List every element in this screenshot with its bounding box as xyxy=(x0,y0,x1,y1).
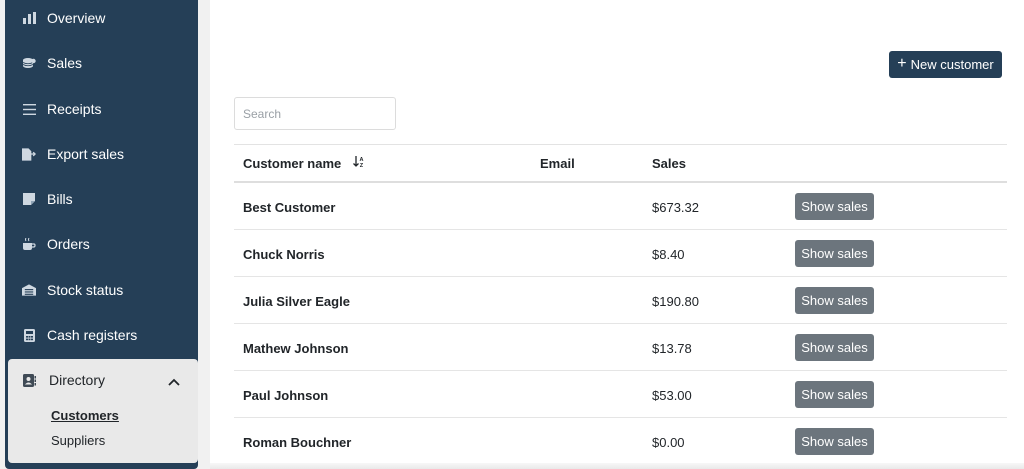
sidebar-item-label: Cash registers xyxy=(47,327,138,343)
sidebar-item-overview[interactable]: Overview xyxy=(5,0,198,40)
show-sales-button[interactable]: Show sales xyxy=(795,428,874,455)
sort-az-icon[interactable]: AZ xyxy=(352,156,365,171)
show-sales-button[interactable]: Show sales xyxy=(795,240,874,267)
sidebar-item-bills[interactable]: Bills xyxy=(5,177,198,221)
customer-name: Roman Bouchner xyxy=(243,435,352,450)
sidebar-item-directory[interactable]: Directory xyxy=(8,359,198,401)
contact-book-icon xyxy=(22,373,36,387)
table-row: Roman Bouchner $0.00 Show sales xyxy=(234,418,1007,465)
mug-icon xyxy=(22,237,36,251)
main-content: + New customer Customer name AZ Email Sa… xyxy=(210,0,1024,469)
customer-sales: $53.00 xyxy=(652,388,692,403)
search-input[interactable] xyxy=(234,97,396,130)
show-sales-button[interactable]: Show sales xyxy=(795,334,874,361)
sidebar-item-label: Receipts xyxy=(47,101,102,117)
coins-icon xyxy=(22,56,36,70)
list-icon xyxy=(22,102,36,116)
sidebar-item-label: Sales xyxy=(47,55,83,71)
sidebar-item-label: Overview xyxy=(47,10,106,26)
sidebar-item-label: Bills xyxy=(47,191,73,207)
sidebar-subitem-customers[interactable]: Customers xyxy=(51,408,119,423)
customer-sales: $13.78 xyxy=(652,341,692,356)
customer-name: Mathew Johnson xyxy=(243,341,349,356)
show-sales-button[interactable]: Show sales xyxy=(795,287,874,314)
svg-text:Z: Z xyxy=(360,163,364,168)
show-sales-button[interactable]: Show sales xyxy=(795,381,874,408)
customer-sales: $190.80 xyxy=(652,294,699,309)
customer-sales: $8.40 xyxy=(652,247,685,262)
sidebar-item-receipts[interactable]: Receipts xyxy=(5,87,198,131)
sidebar-item-orders[interactable]: Orders xyxy=(5,222,198,266)
column-header-customer-name[interactable]: Customer name AZ xyxy=(243,156,365,171)
plus-icon: + xyxy=(897,55,907,72)
sidebar-item-label: Orders xyxy=(47,236,90,252)
customer-name: Paul Johnson xyxy=(243,388,329,403)
page-bottom-edge xyxy=(210,463,1024,469)
table-row: Chuck Norris $8.40 Show sales xyxy=(234,230,1007,277)
table-row: Julia Silver Eagle $190.80 Show sales xyxy=(234,277,1007,324)
customers-table: Customer name AZ Email Sales Best Custom… xyxy=(234,144,1007,465)
chevron-up-icon[interactable] xyxy=(168,373,180,389)
warehouse-icon xyxy=(22,283,36,297)
sidebar-item-cash-registers[interactable]: Cash registers xyxy=(5,313,198,357)
customer-name: Julia Silver Eagle xyxy=(243,294,350,309)
sidebar-item-stock-status[interactable]: Stock status xyxy=(5,268,198,312)
show-sales-button[interactable]: Show sales xyxy=(795,193,874,220)
table-row: Paul Johnson $53.00 Show sales xyxy=(234,371,1007,418)
table-row: Best Customer $673.32 Show sales xyxy=(234,183,1007,230)
sidebar-item-export-sales[interactable]: Export sales xyxy=(5,132,198,176)
table-row: Mathew Johnson $13.78 Show sales xyxy=(234,324,1007,371)
column-header-email[interactable]: Email xyxy=(540,156,575,171)
customer-name: Best Customer xyxy=(243,200,336,215)
sidebar-item-label: Stock status xyxy=(47,282,124,298)
customer-sales: $673.32 xyxy=(652,200,699,215)
new-customer-button[interactable]: + New customer xyxy=(889,51,1002,78)
sidebar-item-label: Export sales xyxy=(47,146,125,162)
sidebar-item-label: Directory xyxy=(49,372,106,388)
bar-chart-icon xyxy=(22,11,36,25)
file-export-icon xyxy=(22,147,36,161)
calculator-icon xyxy=(22,328,36,342)
new-customer-label: New customer xyxy=(910,57,994,72)
table-header: Customer name AZ Email Sales xyxy=(234,144,1007,183)
sidebar-subitem-suppliers[interactable]: Suppliers xyxy=(51,433,105,448)
note-icon xyxy=(22,192,36,206)
sidebar-item-sales[interactable]: Sales xyxy=(5,41,198,85)
sidebar-directory-group: Directory Customers Suppliers xyxy=(8,359,198,463)
customer-sales: $0.00 xyxy=(652,435,685,450)
customer-name: Chuck Norris xyxy=(243,247,325,262)
column-header-sales[interactable]: Sales xyxy=(652,156,686,171)
